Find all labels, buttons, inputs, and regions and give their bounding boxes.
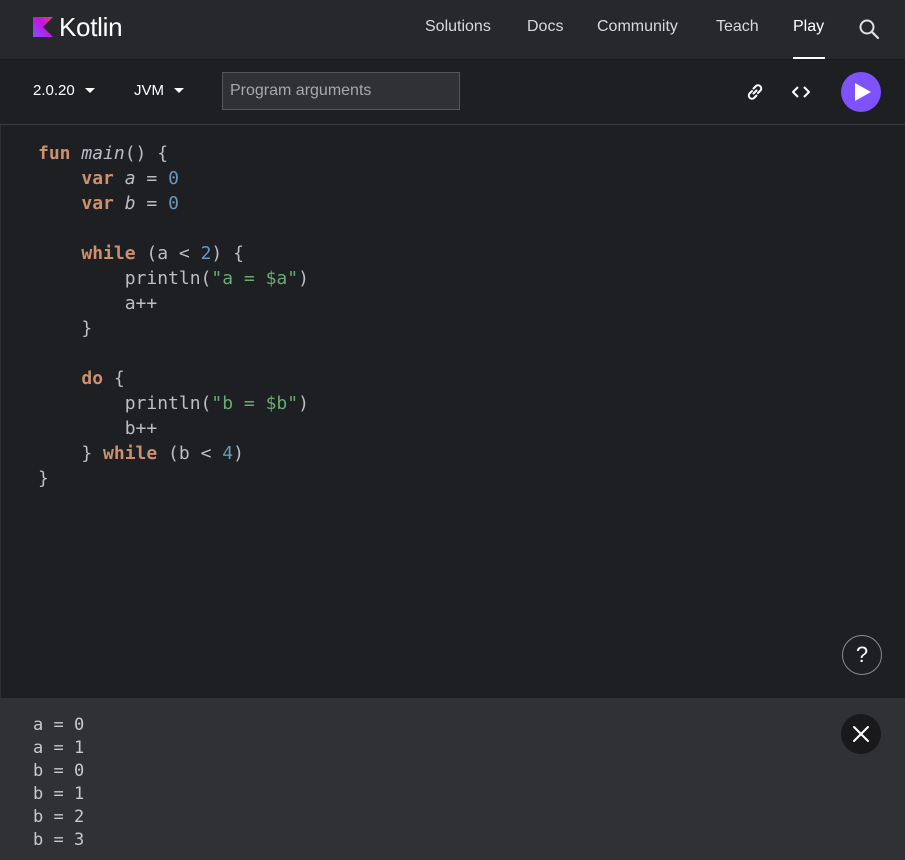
code-line: var b = 0 [81, 193, 179, 214]
search-icon[interactable] [858, 18, 880, 40]
code-line: } [38, 468, 49, 489]
playground-toolbar: 2.0.20 JVM [0, 60, 905, 125]
code-line: while (a < 2) { [81, 243, 244, 264]
program-arguments-input[interactable] [222, 72, 460, 110]
code-embed-icon[interactable] [789, 80, 813, 104]
code-line: a++ [38, 293, 158, 314]
chevron-down-icon [84, 88, 95, 93]
link-icon[interactable] [743, 80, 767, 104]
target-value: JVM [134, 82, 164, 99]
run-button[interactable] [841, 72, 881, 112]
nav-item-solutions[interactable]: Solutions [425, 18, 491, 36]
nav-item-community[interactable]: Community [597, 18, 678, 36]
help-icon: ? [855, 642, 869, 667]
code-line: } [38, 318, 93, 339]
code-line: } while (b < 4) [38, 443, 244, 464]
code-line: println("b = $b") [38, 393, 309, 414]
active-nav-indicator [793, 57, 825, 59]
code-line: do { [81, 368, 125, 389]
code-editor[interactable]: fun main() { var a = 0 var b = 0 while (… [0, 125, 905, 698]
help-button[interactable]: ? [842, 635, 882, 675]
code-line: println("a = $a") [38, 268, 309, 289]
output-line: b = 2 [33, 807, 85, 827]
close-icon [853, 726, 869, 742]
nav-item-docs[interactable]: Docs [527, 18, 563, 36]
kotlin-logo-icon [33, 17, 53, 37]
code-line: var a = 0 [81, 168, 179, 189]
version-value: 2.0.20 [33, 82, 75, 99]
output-line: b = 3 [33, 830, 85, 850]
output-console: a = 0 a = 1 b = 0 b = 1 b = 2 b = 3 [0, 698, 905, 860]
version-dropdown[interactable]: 2.0.20 [33, 82, 95, 99]
output-line: a = 1 [33, 738, 85, 758]
code-content[interactable]: fun main() { var a = 0 var b = 0 while (… [38, 141, 309, 491]
chevron-down-icon [174, 88, 184, 93]
output-line: b = 1 [33, 784, 85, 804]
nav-item-teach[interactable]: Teach [716, 18, 759, 36]
output-line: b = 0 [33, 761, 85, 781]
output-text: a = 0 a = 1 b = 0 b = 1 b = 2 b = 3 [33, 714, 84, 852]
logo-text: Kotlin [59, 12, 123, 42]
kotlin-logo[interactable]: Kotlin [33, 12, 123, 42]
top-navigation: Kotlin Solutions Docs Community Teach Pl… [0, 0, 905, 59]
code-line: b++ [38, 418, 158, 439]
output-line: a = 0 [33, 715, 85, 735]
target-dropdown[interactable]: JVM [134, 82, 184, 99]
close-output-button[interactable] [841, 714, 881, 754]
nav-item-play[interactable]: Play [793, 18, 824, 36]
code-line: fun main() { [38, 143, 169, 164]
play-icon [855, 83, 871, 101]
